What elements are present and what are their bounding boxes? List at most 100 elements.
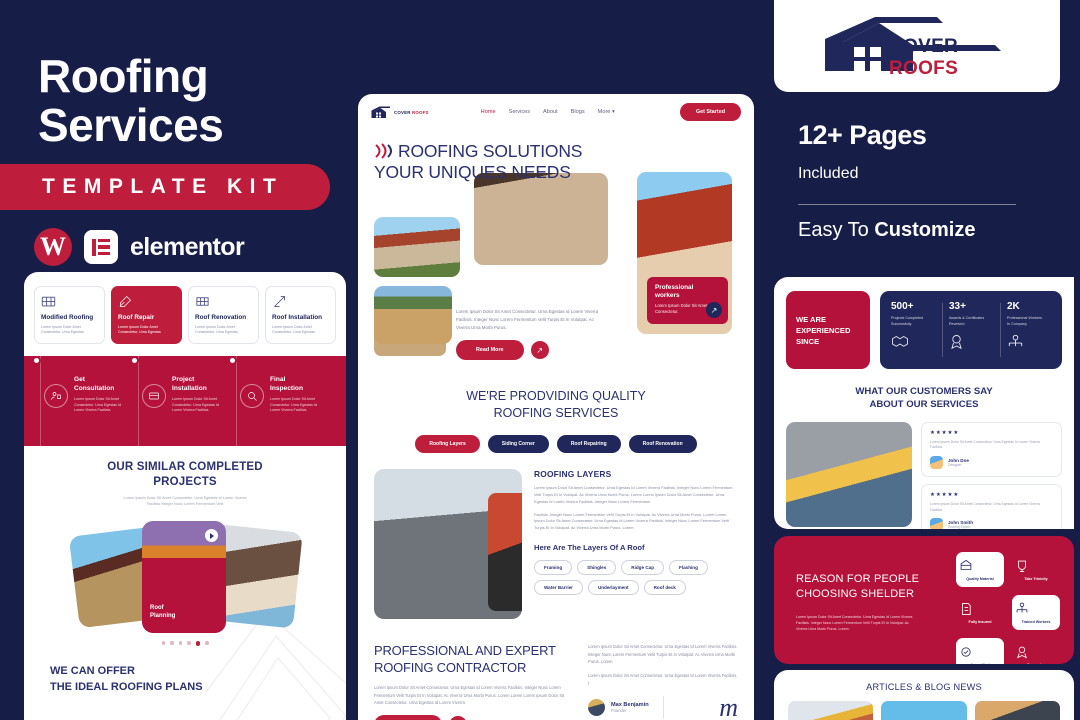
feature-item[interactable]: Fully Insured [956, 595, 1004, 630]
title-line-1: Roofing [38, 50, 209, 102]
navbar-logo[interactable]: COVER ROOFS [371, 106, 429, 119]
layers-title: ROOFING LAYERS [534, 469, 612, 480]
services-tabs: Roofing Layers Siding Corner Roof Repair… [358, 435, 754, 454]
contractor-arrow-button[interactable]: ↗ [448, 716, 467, 720]
service-card[interactable]: Roof Installation Lorem Ipsum Dolor Amet… [265, 286, 336, 345]
feature-item[interactable]: Accredited [956, 638, 1004, 664]
blog-thumbnail[interactable] [974, 701, 1060, 720]
service-card[interactable]: Modified Roofing Lorem Ipsum Dolor Amet … [34, 286, 105, 345]
feature-grid: Quality Material Take Trinicity Fully In… [956, 552, 1060, 664]
rating-stars-icon: ★★★★★ [930, 492, 960, 499]
brand-logo: COVER ROOFS [821, 15, 1013, 79]
process-step: Project Installation Lorem Ipsum Dolor S… [130, 356, 234, 447]
feature-item[interactable]: Guarantee [1012, 638, 1060, 664]
layer-chip[interactable]: Framing [534, 560, 573, 576]
accredited-icon [961, 647, 971, 657]
platform-logos: W elementor [34, 228, 245, 266]
carousel-dot[interactable] [178, 641, 182, 645]
carousel-dots[interactable] [34, 641, 336, 646]
blog-thumbnail[interactable] [788, 701, 874, 720]
blog-card: ARTICLES & BLOG NEWS [774, 670, 1074, 720]
layers-paragraph-2: Facilisis. Integer Nunc Lorem Fermentum … [534, 511, 729, 531]
process-step: Final Inspection Lorem Ipsum Dolor Sit A… [228, 356, 332, 447]
elementor-bars [98, 238, 110, 256]
service-card[interactable]: Roof Renovation Lorem Ipsum Dolor Amet C… [188, 286, 259, 345]
layer-chip[interactable]: Roof deck [643, 580, 686, 596]
nav-item-home[interactable]: Home [481, 109, 496, 115]
left-preview-card: Modified Roofing Lorem Ipsum Dolor Amet … [24, 272, 346, 720]
hero-image-2 [374, 217, 460, 277]
page-title: Roofing Services [38, 50, 224, 151]
blog-thumbnails [774, 692, 1074, 720]
service-card-desc: Lorem Ipsum Dolor Amet Consectetur, Uma … [41, 324, 84, 335]
install-icon [274, 296, 285, 307]
carousel-slide-label: Roof Planning [150, 604, 176, 619]
layer-chip[interactable]: Underlayment [587, 580, 639, 596]
workers-icon [1016, 602, 1028, 613]
wordpress-icon: W [34, 228, 72, 266]
promo-poster: Roofing Services TEMPLATE KIT W elemento… [0, 0, 1080, 720]
nav-item-about[interactable]: About [543, 109, 558, 115]
navbar-logo-text: COVER ROOFS [394, 110, 429, 115]
tab-roof-repairing[interactable]: Roof Repairing [556, 435, 621, 454]
tab-roofing-layers[interactable]: Roofing Layers [415, 435, 480, 454]
elementor-wordmark: elementor [130, 232, 245, 261]
hero-read-more-button[interactable]: Read More [456, 340, 524, 361]
layers-paragraph-1: Lorem Ipsum Dolor Sit Amet Consectetur. … [534, 485, 733, 504]
hero-arrow-button[interactable]: ↗ [530, 341, 549, 360]
stat-label: Professional Workers In Company [1007, 316, 1042, 326]
service-card[interactable]: Roof Repair Lorem Ipsum Dolor Amet Conse… [111, 286, 182, 345]
contractor-read-more-button[interactable]: Read More [374, 715, 442, 720]
testimonial-role: Roofing Expert [948, 525, 971, 529]
step-title: Get Consultation [74, 376, 115, 392]
get-started-button[interactable]: Get Started [679, 103, 741, 121]
badge-arrow-icon[interactable]: ↗ [706, 302, 722, 318]
author-role: Founder [611, 708, 627, 714]
guarantee-icon [1017, 646, 1027, 659]
testimonials-heading: WHAT OUR CUSTOMERS SAY ABOUT OUR SERVICE… [855, 386, 993, 411]
reason-card: REASON FOR PEOPLE CHOOSING SHELDER Lorem… [774, 536, 1074, 664]
carousel-dot[interactable] [161, 641, 165, 645]
feature-item[interactable]: Quality Material [956, 552, 1004, 587]
nav-item-blogs[interactable]: Blogs [571, 109, 585, 115]
layer-chip[interactable]: Water Barrier [534, 580, 583, 596]
shingle-icon [41, 296, 56, 307]
process-steps: Get Consultation Lorem Ipsum Dolor Sit A… [24, 356, 346, 447]
feature-item[interactable]: Take Trinicity [1012, 552, 1060, 587]
carousel-dot-active[interactable] [195, 641, 200, 646]
play-icon[interactable] [205, 529, 218, 543]
hero-section: Professional workers Lorem Ipsum Dolor S… [358, 121, 754, 344]
feature-item[interactable]: Trained Workers [1012, 595, 1060, 630]
layer-chip[interactable]: Shingles [577, 560, 617, 576]
carousel-dot[interactable] [205, 641, 209, 645]
reason-paragraph: Lorem Ipsum Dolor Sit Amet Consectetur. … [796, 615, 913, 632]
signature: m [719, 692, 738, 720]
badge-title: Professional workers [655, 283, 694, 299]
feature-label: Take Trinicity [1024, 577, 1048, 581]
title-line-2: Services [38, 98, 224, 151]
stat-item: 500+ Projects Completed Successfully [884, 301, 942, 359]
elementor-icon [84, 230, 118, 264]
service-card-desc: Lorem Ipsum Dolor Amet Consectetur, Uma … [272, 324, 315, 335]
blog-thumbnail[interactable] [881, 701, 967, 720]
offer-heading: WE CAN OFFER THE IDEAL ROOFING PLANS [50, 664, 203, 693]
layer-chip[interactable]: Ridge Cap [621, 560, 664, 576]
tab-siding-corner[interactable]: Siding Corner [487, 435, 549, 454]
carousel-dot[interactable] [170, 641, 174, 645]
nav-item-more[interactable]: More ▾ [598, 109, 615, 115]
layer-chip[interactable]: Flashing [669, 560, 708, 576]
service-card-title: Modified Roofing [41, 314, 94, 321]
testimonials-row: ★★★★★ Lorem Ipsum Dolor Sit Amet Consect… [774, 412, 1074, 529]
testimonial-card: ★★★★★ Lorem Ipsum Dolor Sit Amet Consect… [921, 421, 1062, 478]
brand-logo-card: COVER ROOFS [774, 0, 1060, 92]
projects-carousel[interactable]: Roof Planning [34, 515, 336, 635]
feature-label: Quality Material [966, 577, 994, 581]
stat-label: Awards & Certificates Received [949, 316, 985, 326]
carousel-slide-active[interactable]: Roof Planning [142, 521, 226, 634]
stat-number: 500+ [891, 301, 914, 312]
elementor-bar-2 [98, 245, 110, 249]
stat-group: 500+ Projects Completed Successfully 33+… [880, 291, 1062, 369]
carousel-dot[interactable] [187, 641, 191, 645]
nav-item-services[interactable]: Services [509, 109, 530, 115]
tab-roof-renovation[interactable]: Roof Renovation [628, 435, 697, 454]
